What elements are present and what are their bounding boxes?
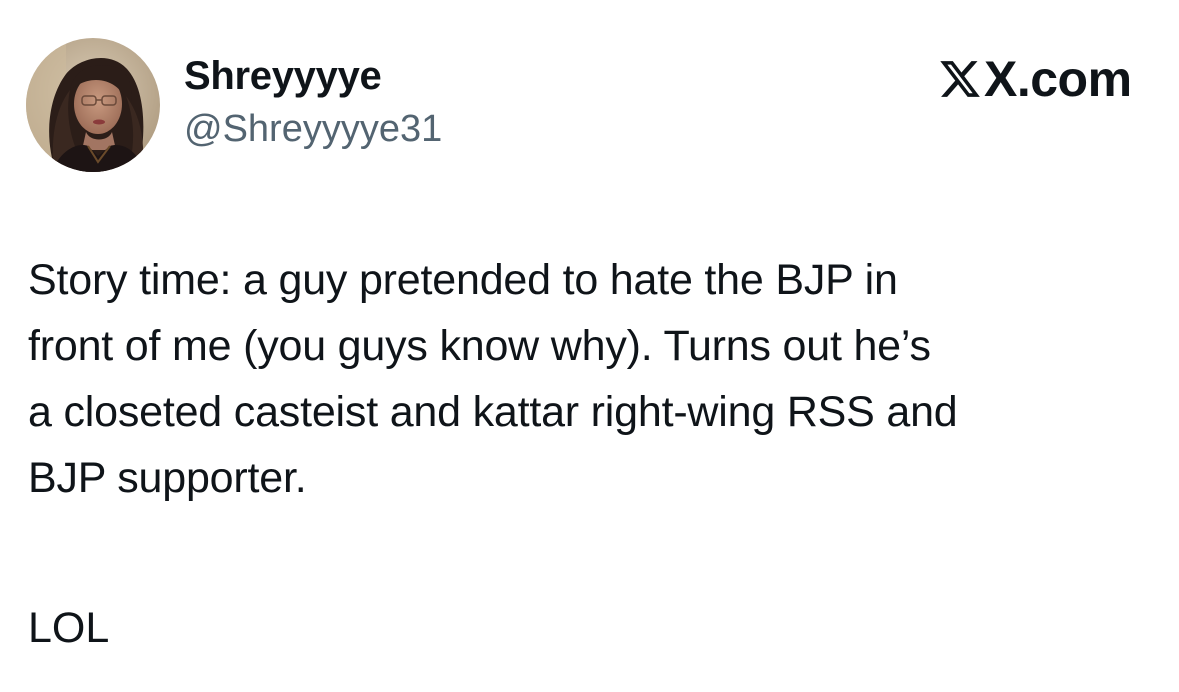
brand-mark: X.com (938, 52, 1132, 106)
tweet-card: Shreyyyye @Shreyyyye31 X.com Story time:… (0, 0, 1179, 692)
x-logo-icon (940, 61, 980, 97)
avatar-image (26, 38, 160, 172)
brand-label: X.com (984, 51, 1132, 107)
tweet-text: Story time: a guy pretended to hate the … (28, 247, 1158, 511)
tweet-closing-text: LOL (28, 604, 110, 652)
tweet-line: BJP supporter. (28, 454, 307, 502)
tweet-line: a closeted casteist and kattar right-win… (28, 388, 958, 436)
author-display-name[interactable]: Shreyyyye (184, 52, 382, 100)
avatar[interactable] (26, 38, 160, 172)
author-handle[interactable]: @Shreyyyye31 (184, 106, 442, 152)
tweet-line: front of me (you guys know why). Turns o… (28, 322, 931, 370)
tweet-line: Story time: a guy pretended to hate the … (28, 256, 898, 304)
